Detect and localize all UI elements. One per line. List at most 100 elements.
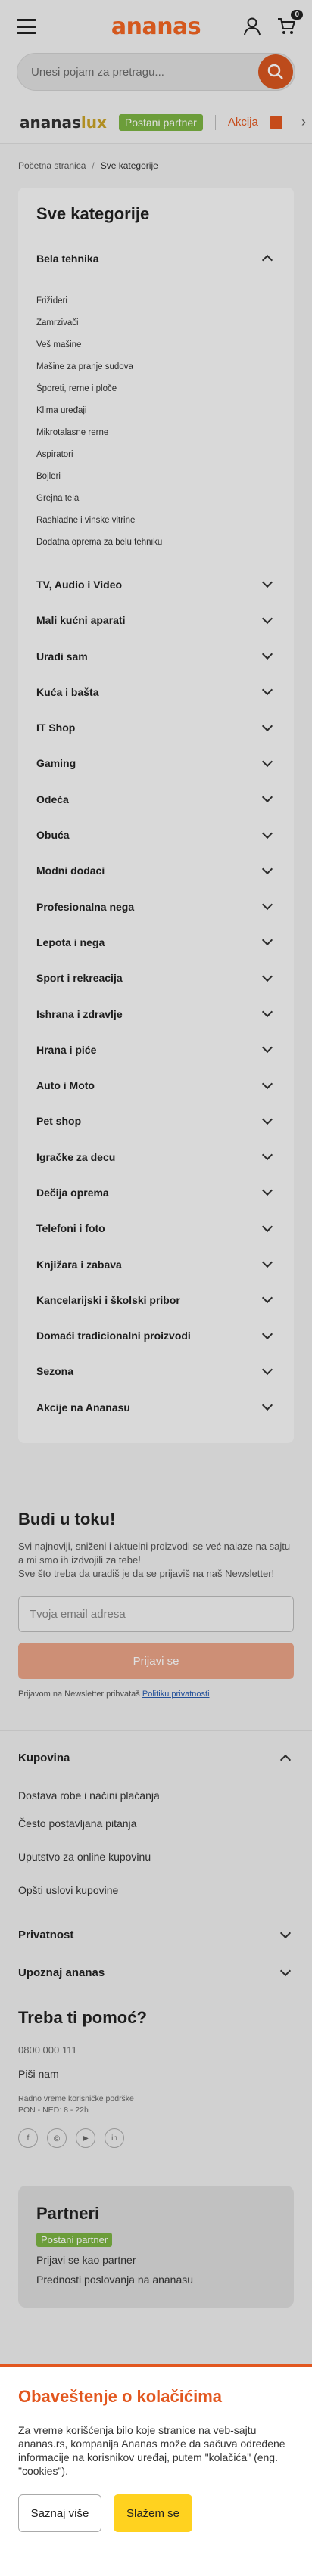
privacy-policy-link[interactable]: Politiku privatnosti (142, 1690, 210, 1699)
partner-signup-link[interactable]: Prijavi se kao partner (36, 2250, 276, 2270)
subcategory-item[interactable]: Mikrotalasne rerne (36, 421, 276, 443)
category-item[interactable]: TV, Audio i Video (36, 566, 276, 602)
promo-chip[interactable] (270, 115, 282, 129)
footer-link[interactable]: Uputstvo za online kupovinu (18, 1840, 294, 1873)
chevron-down-icon (261, 1293, 273, 1304)
category-item[interactable]: Auto i Moto (36, 1067, 276, 1103)
search-input[interactable] (31, 65, 295, 79)
category-item[interactable]: Ishrana i zdravlje (36, 996, 276, 1032)
category-label: Ishrana i zdravlje (36, 1007, 123, 1020)
newsletter-submit-button[interactable]: Prijavi se (18, 1643, 294, 1680)
search-button[interactable] (258, 54, 293, 89)
subcategory-item[interactable]: Grejna tela (36, 487, 276, 509)
youtube-icon[interactable]: ▶ (76, 2128, 95, 2149)
category-item[interactable]: Obuća (36, 817, 276, 852)
menu-icon[interactable] (17, 19, 36, 34)
cart-icon[interactable]: 0 (277, 10, 303, 36)
category-item[interactable]: Mali kućni aparati (36, 603, 276, 638)
chevron-down-icon (261, 899, 273, 911)
footer-upoznaj-toggle[interactable]: Upoznaj ananas (18, 1954, 294, 1991)
partner-benefits-link[interactable]: Prednosti poslovanja na ananasu (36, 2270, 276, 2289)
breadcrumb-home[interactable]: Početna stranica (18, 160, 86, 171)
instagram-icon[interactable]: ◎ (47, 2128, 67, 2149)
user-icon[interactable] (244, 17, 261, 36)
category-item[interactable]: IT Shop (36, 709, 276, 745)
newsletter-email-input[interactable] (18, 1596, 294, 1633)
category-label: Domaći tradicionalni proizvodi (36, 1330, 191, 1342)
page: ananas 0 ananaslux Postani partner Akcij… (0, 0, 312, 2308)
footer-link[interactable]: Često postavljana pitanja (18, 1807, 294, 1840)
subcategory-item[interactable]: Aspiratori (36, 443, 276, 465)
category-item[interactable]: Profesionalna nega (36, 889, 276, 924)
category-list: TV, Audio i Video Mali kućni aparati Ura… (36, 566, 276, 1425)
footer-privatnost-toggle[interactable]: Privatnost (18, 1916, 294, 1954)
chevron-up-icon (261, 255, 273, 266)
cookie-actions: Saznaj više Slažem se (18, 2494, 294, 2532)
chevron-down-icon (261, 756, 273, 767)
category-item[interactable]: Kancelarijski i školski pribor (36, 1282, 276, 1317)
chevron-down-icon (261, 1006, 273, 1018)
category-item[interactable]: Hrana i piće (36, 1032, 276, 1067)
cookie-accept-button[interactable]: Slažem se (114, 2494, 192, 2532)
subcategory-item[interactable]: Veš mašine (36, 334, 276, 355)
category-item[interactable]: Lepota i nega (36, 924, 276, 960)
help-phone[interactable]: 0800 000 111 (18, 2044, 294, 2056)
footer-kupovina-toggle[interactable]: Kupovina (18, 1731, 294, 1784)
subcategory-item[interactable]: Frižideri (36, 290, 276, 312)
category-item[interactable]: Domaći tradicionalni proizvodi (36, 1318, 276, 1354)
cookie-learn-more-button[interactable]: Saznaj više (18, 2494, 101, 2532)
subcategory-item[interactable]: Klima uređaji (36, 399, 276, 421)
category-item[interactable]: Odeća (36, 781, 276, 817)
subcategory-item[interactable]: Šporeti, rerne i ploče (36, 377, 276, 399)
chevron-right-icon[interactable]: › (301, 114, 306, 130)
footer-link[interactable]: Opšti uslovi kupovine (18, 1873, 294, 1907)
category-label: Kancelarijski i školski pribor (36, 1293, 180, 1306)
category-item[interactable]: Akcije na Ananasu (36, 1389, 276, 1425)
category-bela-tehnika[interactable]: Bela tehnika (36, 241, 276, 276)
category-item[interactable]: Kuća i bašta (36, 674, 276, 709)
chevron-down-icon (261, 863, 273, 874)
category-item[interactable]: Dečija oprema (36, 1175, 276, 1210)
subcategory-item[interactable]: Bojleri (36, 465, 276, 487)
facebook-icon[interactable]: f (18, 2128, 38, 2149)
partners-title: Partneri (36, 2204, 100, 2224)
category-item[interactable]: Modni dodaci (36, 853, 276, 889)
category-label: Pet shop (36, 1115, 82, 1128)
become-partner-link[interactable]: Postani partner (118, 113, 203, 131)
footer-link[interactable]: Dostava robe i načini plaćanja (18, 1784, 294, 1807)
divider (214, 114, 216, 130)
category-item[interactable]: Telefoni i foto (36, 1211, 276, 1246)
category-item[interactable]: Sezona (36, 1354, 276, 1389)
category-item[interactable]: Knjižara i zabava (36, 1246, 276, 1282)
site-logo[interactable]: ananas (111, 14, 201, 40)
subcategory-item[interactable]: Dodatna oprema za belu tehniku (36, 531, 276, 553)
chevron-up-icon (279, 1754, 292, 1765)
become-partner-pill[interactable]: Postani partner (36, 2233, 113, 2248)
linkedin-icon[interactable]: in (105, 2128, 124, 2149)
category-label: Bela tehnika (36, 252, 99, 265)
category-label: Sezona (36, 1365, 74, 1378)
chevron-down-icon (261, 1150, 273, 1161)
chevron-down-icon (279, 1965, 292, 1976)
category-item[interactable]: Pet shop (36, 1103, 276, 1139)
category-label: Dečija oprema (36, 1186, 109, 1199)
help-title: Treba ti pomoć? (18, 2008, 147, 2028)
subcategory-item[interactable]: Rashladne i vinske vitrine (36, 509, 276, 531)
cookie-title: Obaveštenje o kolačićima (18, 2387, 223, 2406)
chevron-down-icon (261, 792, 273, 803)
help-write-link[interactable]: Piši nam (18, 2068, 294, 2080)
category-label: TV, Audio i Video (36, 578, 123, 591)
subcategory-item[interactable]: Mašine za pranje sudova (36, 355, 276, 377)
ananas-lux-logo[interactable]: ananaslux (20, 113, 107, 132)
chevron-down-icon (261, 1364, 273, 1376)
akcija-link[interactable]: Akcija (228, 116, 258, 129)
subcategory-item[interactable]: Zamrzivači (36, 312, 276, 334)
category-item[interactable]: Sport i rekreacija (36, 961, 276, 996)
category-label: Gaming (36, 757, 76, 770)
category-item[interactable]: Gaming (36, 746, 276, 781)
chevron-down-icon (261, 720, 273, 731)
category-item[interactable]: Igračke za decu (36, 1139, 276, 1175)
breadcrumb-separator: / (92, 160, 95, 171)
footer-accordions: Kupovina Dostava robe i načini plaćanja … (0, 1731, 312, 1991)
category-item[interactable]: Uradi sam (36, 638, 276, 674)
